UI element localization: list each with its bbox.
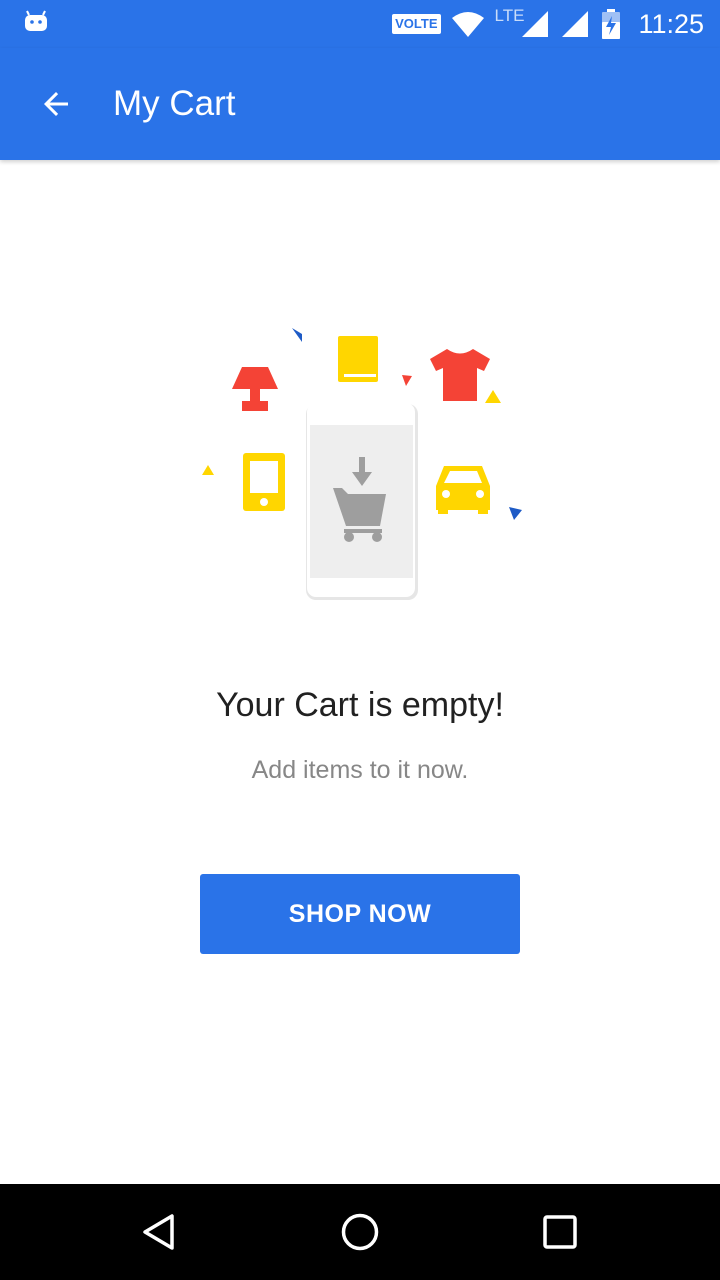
empty-cart-subtitle: Add items to it now.: [251, 756, 469, 784]
status-clock: 11:25: [638, 8, 704, 39]
android-notification-icon: [25, 10, 47, 31]
cell-signal-icon: [522, 11, 549, 37]
app-bar: My Cart: [0, 48, 720, 160]
back-triangle-icon: [143, 1214, 174, 1250]
nav-home-button[interactable]: [336, 1208, 384, 1256]
decor-triangle-blue: [509, 507, 522, 520]
tshirt-icon: [430, 349, 490, 401]
book-icon: [338, 336, 378, 382]
decor-triangle-yellow: [202, 465, 214, 475]
volte-badge: VOLTE: [392, 14, 441, 34]
cell-signal-icon: [562, 11, 589, 37]
status-bar: VOLTE LTE 11:25: [0, 0, 720, 48]
back-button[interactable]: [28, 76, 84, 132]
network-type-label: LTE: [494, 6, 525, 25]
shop-now-button[interactable]: SHOP NOW: [200, 874, 520, 954]
nav-back-button[interactable]: [136, 1208, 184, 1256]
decor-triangle-red: [402, 375, 412, 386]
wifi-icon: [451, 12, 484, 37]
mobile-phone-icon: [243, 453, 285, 511]
arrow-back-icon: [44, 92, 68, 116]
system-nav-bar: [0, 1184, 720, 1280]
battery-charging-icon: [602, 9, 621, 39]
decor-triangle-yellow: [485, 390, 501, 403]
nav-recents-button[interactable]: [536, 1208, 584, 1256]
cart-screen: VOLTE LTE 11:25 My Cart Your Cart is emp…: [0, 0, 720, 1280]
decor-triangle-blue: [292, 328, 302, 342]
lamp-icon: [232, 367, 278, 411]
car-icon: [436, 466, 490, 514]
empty-cart-title: Your Cart is empty!: [216, 686, 504, 724]
page-title: My Cart: [113, 84, 236, 123]
home-circle-icon: [341, 1213, 379, 1251]
empty-cart-illustration: [202, 328, 522, 600]
phone-cart-icon: [306, 403, 418, 600]
status-indicators: VOLTE LTE 11:25: [392, 0, 704, 48]
recents-square-icon: [543, 1215, 577, 1249]
